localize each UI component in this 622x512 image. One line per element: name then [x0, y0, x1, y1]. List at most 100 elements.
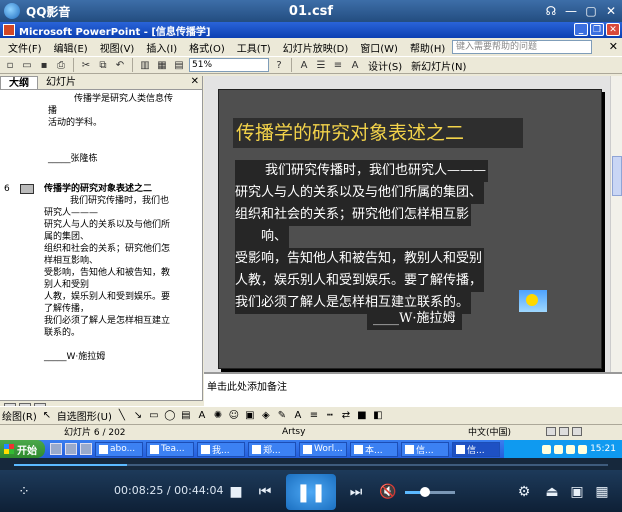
- eject-icon[interactable]: ⏏: [542, 482, 562, 502]
- start-button[interactable]: 开始: [0, 440, 45, 458]
- slide-vertical-scrollbar[interactable]: [610, 76, 622, 372]
- tab-outline[interactable]: 大纲: [0, 76, 38, 89]
- menu-edit[interactable]: 编辑(E): [48, 40, 94, 55]
- previous-icon[interactable]: ⏮: [255, 482, 275, 502]
- line-icon[interactable]: ╲: [116, 410, 128, 422]
- table-icon[interactable]: ▦: [155, 58, 169, 72]
- taskbar-item[interactable]: 本...: [350, 441, 398, 457]
- ppt-restore-icon[interactable]: ❐: [590, 23, 604, 36]
- slide-canvas[interactable]: 传播学的研究对象表述之二 我们研究传播时，我们也研究人——— 研究人与人的关系以…: [218, 89, 602, 369]
- undo-icon[interactable]: ↶: [113, 58, 127, 72]
- menu-insert[interactable]: 插入(I): [140, 40, 183, 55]
- new-icon[interactable]: ▫: [3, 58, 17, 72]
- stop-icon[interactable]: ■: [226, 482, 246, 502]
- print-icon[interactable]: ⎙: [54, 58, 68, 72]
- pause-button[interactable]: ❚❚: [286, 474, 336, 510]
- tray-icon[interactable]: [566, 444, 576, 454]
- slide-author[interactable]: ____W·施拉姆: [367, 308, 462, 330]
- close-icon[interactable]: ✕: [602, 2, 620, 19]
- ppt-minimize-icon[interactable]: _: [574, 23, 588, 36]
- arrow-icon[interactable]: ↘: [132, 410, 144, 422]
- tray-icon[interactable]: [578, 444, 588, 454]
- outline-gap: [4, 141, 198, 153]
- seek-bar[interactable]: [0, 462, 622, 468]
- notes-pane[interactable]: 单击此处添加备注: [204, 372, 622, 406]
- numbering-icon[interactable]: ≡: [331, 58, 345, 72]
- font-icon[interactable]: A: [297, 58, 311, 72]
- open-icon[interactable]: ▭: [20, 58, 34, 72]
- menu-slideshow[interactable]: 幻灯片放映(D): [277, 40, 355, 55]
- menu-window[interactable]: 窗口(W): [354, 40, 404, 55]
- qq-player-window: QQ影音 01.csf ☊ — ▢ ✕ Microsoft PowerPoint…: [0, 0, 622, 512]
- autoshapes-button[interactable]: 自选图形(U): [57, 408, 112, 423]
- grid-icon[interactable]: ▤: [172, 58, 186, 72]
- line-color-icon[interactable]: ✎: [276, 410, 288, 422]
- close-pane-icon[interactable]: ✕: [191, 76, 199, 87]
- slide-body-text[interactable]: 我们研究传播时，我们也研究人——— 研究人与人的关系以及与他们所属的集团、 组织…: [235, 160, 567, 314]
- slide-title[interactable]: 传播学的研究对象表述之二: [233, 118, 523, 148]
- shadow-icon[interactable]: ■: [356, 410, 368, 422]
- menu-view[interactable]: 视图(V): [94, 40, 141, 55]
- outline-text[interactable]: 传播学是研究人类信息传 播 活动的学科。 _____张隆栋 6 传播学的研究对象…: [0, 90, 202, 400]
- font-color-icon[interactable]: A: [348, 58, 362, 72]
- quicklaunch-ie-icon[interactable]: [50, 443, 62, 455]
- 3d-icon[interactable]: ◧: [372, 410, 384, 422]
- quicklaunch-desktop-icon[interactable]: [65, 443, 77, 455]
- draw-menu-button[interactable]: 绘图(R): [2, 408, 37, 423]
- menu-help[interactable]: 帮助(H): [404, 40, 451, 55]
- tab-slides[interactable]: 幻灯片: [38, 76, 84, 89]
- chart-icon[interactable]: ▥: [138, 58, 152, 72]
- arrow-style-icon[interactable]: ⇄: [340, 410, 352, 422]
- rectangle-icon[interactable]: ▭: [148, 410, 160, 422]
- menu-format[interactable]: 格式(O): [183, 40, 231, 55]
- maximize-icon[interactable]: ▢: [582, 2, 600, 19]
- outline-body-line: 组织和社会的关系；研究他们怎: [44, 244, 171, 254]
- zoom-select[interactable]: 51%: [189, 58, 269, 72]
- menu-grid-icon[interactable]: ▦: [592, 482, 612, 502]
- cut-icon[interactable]: ✂: [79, 58, 93, 72]
- design-button[interactable]: 设计(S): [365, 58, 405, 73]
- textbox-icon[interactable]: ▤: [180, 410, 192, 422]
- ppt-close-icon[interactable]: ✕: [606, 23, 620, 36]
- picture-icon[interactable]: ▣: [244, 410, 256, 422]
- copy-icon[interactable]: ⧉: [96, 58, 110, 72]
- taskbar-item-active[interactable]: 信...: [452, 441, 500, 457]
- clipart-icon[interactable]: ☺: [228, 410, 240, 422]
- fill-color-icon[interactable]: ◈: [260, 410, 272, 422]
- new-slide-button[interactable]: 新幻灯片(N): [408, 58, 469, 73]
- bullets-icon[interactable]: ☰: [314, 58, 328, 72]
- save-icon[interactable]: ▪: [37, 58, 51, 72]
- close-document-icon[interactable]: ✕: [609, 40, 618, 53]
- font-color-draw-icon[interactable]: A: [292, 410, 304, 422]
- wordart-icon[interactable]: A: [196, 410, 208, 422]
- taskbar-item[interactable]: abo...: [95, 441, 143, 457]
- taskbar-item[interactable]: 郑...: [248, 441, 296, 457]
- tray-icon[interactable]: [542, 444, 552, 454]
- help-question-input[interactable]: 键入需要帮助的问题: [452, 40, 592, 54]
- footprint-icon[interactable]: ⁘: [14, 482, 34, 502]
- taskbar-item[interactable]: Tea...: [146, 441, 194, 457]
- quicklaunch-media-icon[interactable]: [80, 443, 92, 455]
- oval-icon[interactable]: ◯: [164, 410, 176, 422]
- taskbar-item[interactable]: 我...: [197, 441, 245, 457]
- scrollbar-thumb[interactable]: [612, 156, 622, 196]
- skin-icon[interactable]: ☊: [542, 2, 560, 19]
- mute-icon[interactable]: 🔇: [378, 482, 398, 502]
- next-icon[interactable]: ⏭: [346, 482, 366, 502]
- tray-icon[interactable]: [554, 444, 564, 454]
- taskbar-item[interactable]: Worl...: [299, 441, 347, 457]
- toolbar-separator: [291, 58, 292, 72]
- diagram-icon[interactable]: ✺: [212, 410, 224, 422]
- select-arrow-icon[interactable]: ↖: [41, 410, 53, 422]
- tools-icon[interactable]: ⚙: [514, 482, 534, 502]
- line-style-icon[interactable]: ≡: [308, 410, 320, 422]
- minimize-icon[interactable]: —: [562, 2, 580, 19]
- help-icon[interactable]: ?: [272, 58, 286, 72]
- playlist-icon[interactable]: ▣: [567, 482, 587, 502]
- dash-style-icon[interactable]: ┅: [324, 410, 336, 422]
- taskbar-item[interactable]: 信...: [401, 441, 449, 457]
- outline-slide-header[interactable]: 6 传播学的研究对象表述之二: [4, 183, 198, 195]
- menu-tools[interactable]: 工具(T): [231, 40, 277, 55]
- menu-file[interactable]: 文件(F): [2, 40, 48, 55]
- volume-knob[interactable]: [420, 487, 430, 497]
